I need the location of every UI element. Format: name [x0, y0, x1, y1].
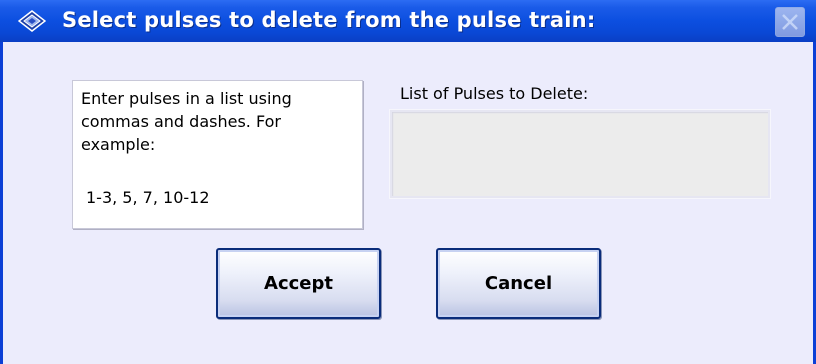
app-diamond-icon: [17, 10, 47, 32]
pulse-list-input[interactable]: [389, 109, 771, 199]
dialog-window: Select pulses to delete from the pulse t…: [0, 0, 816, 364]
accept-button[interactable]: Accept: [216, 248, 381, 319]
pulse-list-label: List of Pulses to Delete:: [400, 84, 589, 103]
dialog-title: Select pulses to delete from the pulse t…: [62, 8, 596, 32]
close-icon: [782, 14, 798, 30]
instructions-box: Enter pulses in a list using commas and …: [72, 80, 363, 229]
title-bar[interactable]: Select pulses to delete from the pulse t…: [0, 0, 816, 42]
instructions-example: 1-3, 5, 7, 10-12: [86, 188, 210, 207]
close-button[interactable]: [775, 7, 805, 37]
cancel-button[interactable]: Cancel: [436, 248, 601, 319]
instructions-text: Enter pulses in a list using commas and …: [81, 89, 292, 154]
